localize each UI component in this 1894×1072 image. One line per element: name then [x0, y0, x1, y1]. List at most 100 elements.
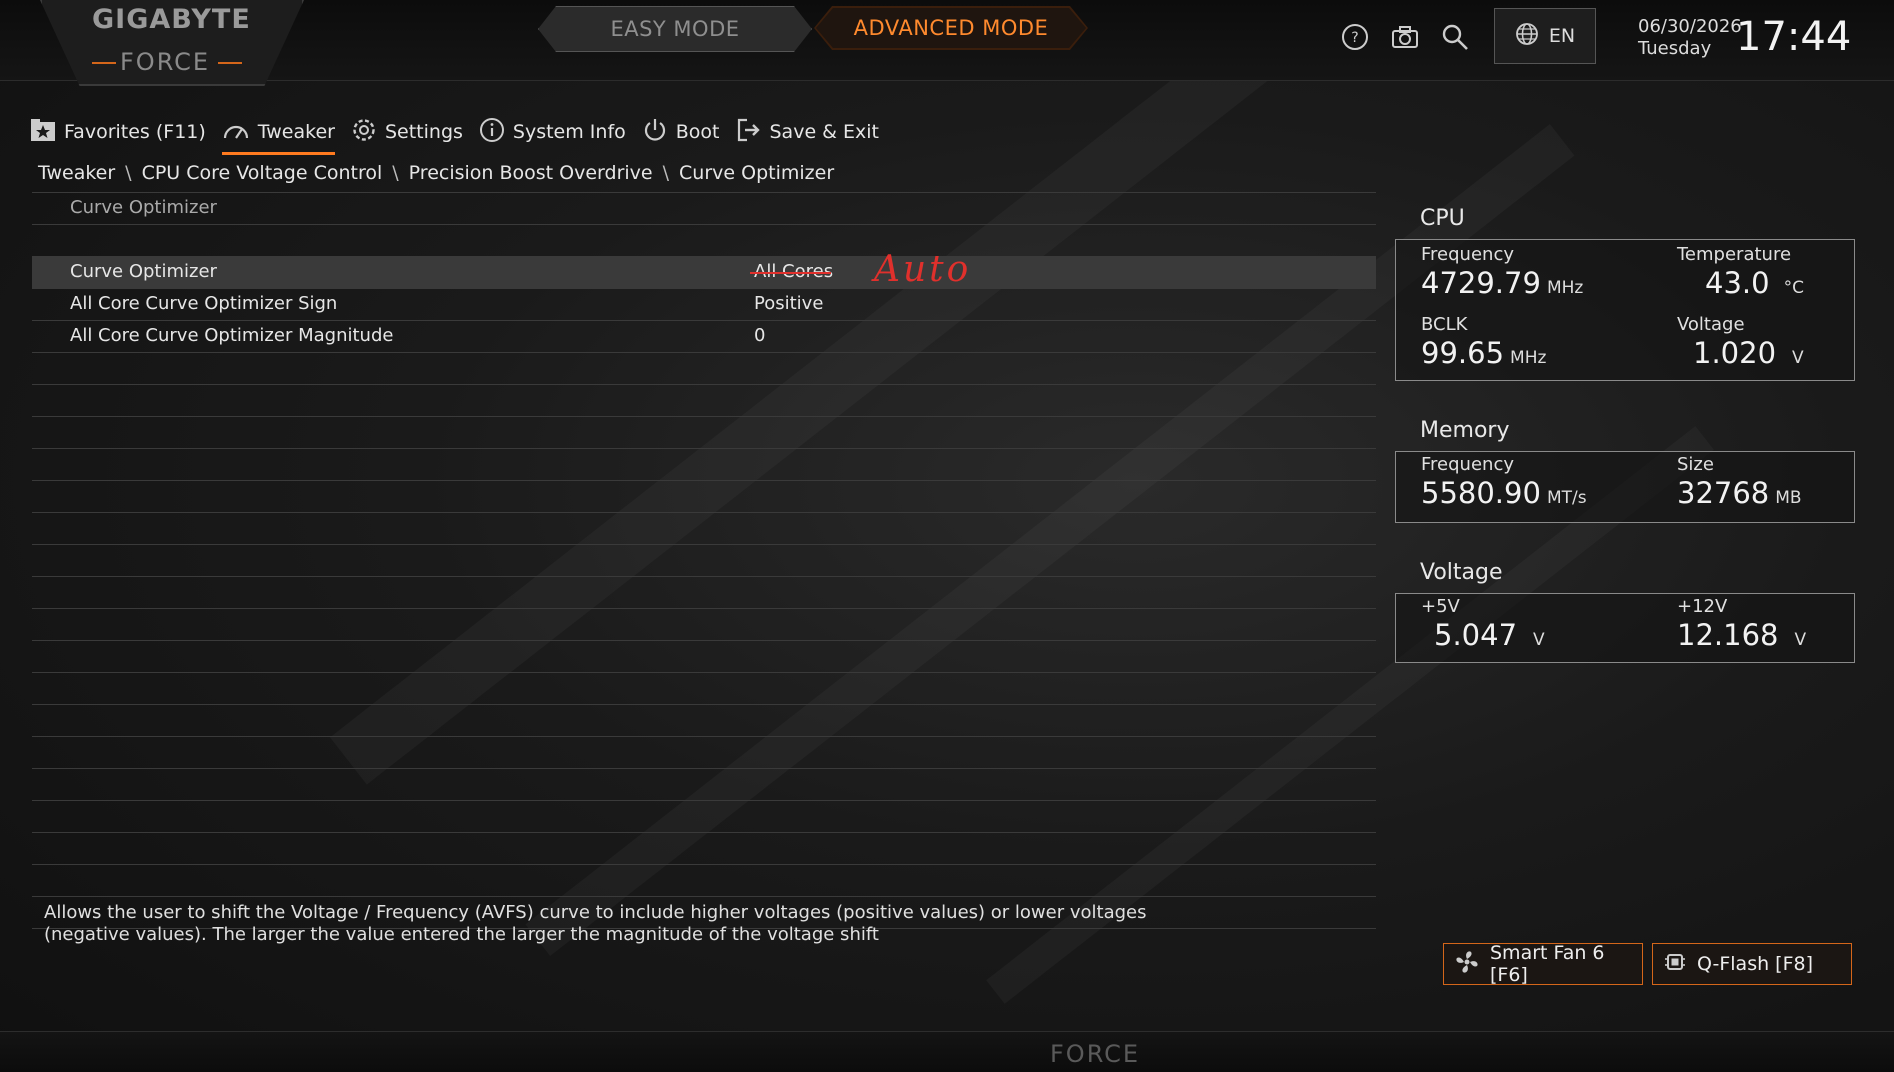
power-icon [642, 117, 668, 148]
spacer-row [32, 225, 1376, 257]
cpu-temperature-unit: °C [1783, 278, 1804, 298]
setting-value[interactable]: Positive [754, 293, 823, 314]
voltage-stats-box: +5V 5.047 V +12V 12.168 V [1395, 593, 1855, 663]
breadcrumb-separator: \ [392, 162, 399, 184]
tab-system-info[interactable]: System Info [479, 117, 626, 152]
cpu-temperature-value: 43.0 [1705, 266, 1770, 300]
tab-favorites[interactable]: Favorites (F11) [30, 118, 206, 151]
memory-frequency: 5580.90 MT/s [1421, 476, 1587, 510]
empty-row [32, 801, 1376, 833]
advanced-mode-tab[interactable]: ADVANCED MODE [814, 6, 1088, 50]
setting-row-curve-optimizer-sign[interactable]: All Core Curve Optimizer Sign Positive [32, 289, 1376, 321]
cpu-frequency-value: 4729.79 [1421, 266, 1541, 300]
cpu-bclk-value: 99.65 [1421, 336, 1505, 370]
clock: 17:44 [1736, 14, 1852, 60]
search-icon[interactable] [1440, 22, 1470, 52]
breadcrumb-item: Curve Optimizer [679, 162, 835, 184]
cpu-voltage-label: Voltage [1677, 314, 1745, 335]
tab-settings-label: Settings [384, 121, 463, 143]
camera-icon[interactable] [1390, 22, 1420, 52]
empty-row [32, 545, 1376, 577]
tab-boot[interactable]: Boot [642, 117, 720, 152]
globe-icon [1515, 22, 1539, 51]
gear-icon [351, 117, 377, 148]
day-text: Tuesday [1638, 38, 1712, 59]
tab-settings[interactable]: Settings [351, 117, 463, 152]
cpu-bclk-label: BCLK [1421, 314, 1468, 335]
empty-row [32, 481, 1376, 513]
language-label: EN [1548, 25, 1576, 47]
tab-tweaker[interactable]: Tweaker [221, 120, 336, 155]
brand-sub-logo: FORCE [120, 48, 211, 76]
cpu-bclk-unit: MHz [1510, 348, 1547, 368]
empty-row [32, 385, 1376, 417]
empty-row [32, 673, 1376, 705]
empty-row [32, 417, 1376, 449]
breadcrumb-item[interactable]: Tweaker [38, 162, 115, 184]
bottom-frame [0, 1031, 1894, 1072]
cpu-temperature-label: Temperature [1677, 244, 1792, 265]
voltage-5v-value: 5.047 [1434, 618, 1518, 652]
memory-section-title: Memory [1420, 418, 1510, 443]
date-text: 06/30/2026 [1638, 16, 1742, 37]
setting-row-curve-optimizer-magnitude[interactable]: All Core Curve Optimizer Magnitude 0 [32, 321, 1376, 353]
gauge-icon [222, 120, 250, 145]
qflash-button[interactable]: Q-Flash [F8] [1652, 943, 1852, 985]
cpu-voltage-unit: V [1792, 348, 1804, 368]
cpu-voltage-value: 1.020 [1693, 336, 1777, 370]
section-title: Curve Optimizer [70, 197, 217, 218]
setting-label: All Core Curve Optimizer Sign [70, 293, 338, 314]
cpu-frequency-unit: MHz [1546, 278, 1584, 298]
voltage-5v: 5.047 V [1434, 618, 1545, 652]
qflash-label: Q-Flash [F8] [1697, 953, 1814, 975]
voltage-12v: 12.168 V [1677, 618, 1806, 652]
empty-row [32, 353, 1376, 385]
cpu-temperature: 43.0 °C [1705, 266, 1804, 300]
empty-row [32, 449, 1376, 481]
cpu-bclk: 99.65 MHz [1421, 336, 1546, 370]
settings-list: Curve Optimizer Curve Optimizer All Core… [32, 192, 1376, 929]
empty-row [32, 641, 1376, 673]
empty-row [32, 705, 1376, 737]
smart-fan-button[interactable]: Smart Fan 6 [F6] [1443, 942, 1643, 986]
setting-value[interactable]: All Cores [749, 261, 833, 282]
date-display: 06/30/2026 Tuesday [1638, 16, 1742, 60]
memory-size-value: 32768 [1677, 476, 1770, 510]
handwritten-annotation: Auto [874, 249, 972, 290]
setting-value[interactable]: 0 [754, 325, 765, 346]
tab-favorites-label: Favorites (F11) [64, 121, 206, 143]
memory-size: 32768 MB [1677, 476, 1802, 510]
voltage-12v-unit: V [1794, 630, 1807, 650]
easy-mode-tab[interactable]: EASY MODE [538, 6, 812, 52]
cpu-section-title: CPU [1420, 206, 1465, 231]
tab-boot-label: Boot [675, 121, 720, 143]
memory-size-label: Size [1677, 454, 1714, 475]
empty-row [32, 865, 1376, 897]
setting-label: Curve Optimizer [70, 261, 217, 282]
star-folder-icon [30, 118, 56, 147]
language-selector[interactable]: EN [1494, 8, 1596, 64]
logo-accent-right [218, 62, 242, 64]
tab-tweaker-label: Tweaker [257, 121, 335, 143]
voltage-5v-unit: V [1533, 630, 1545, 650]
empty-row [32, 737, 1376, 769]
svg-text:?: ? [1351, 30, 1358, 46]
voltage-5v-label: +5V [1421, 596, 1460, 617]
voltage-12v-value: 12.168 [1677, 618, 1779, 652]
voltage-12v-label: +12V [1677, 596, 1728, 617]
breadcrumb-item[interactable]: Precision Boost Overdrive [409, 162, 653, 184]
breadcrumb-item[interactable]: CPU Core Voltage Control [142, 162, 383, 184]
help-icon[interactable]: ? [1340, 22, 1370, 52]
brand-logo: GIGABYTE [92, 4, 251, 35]
smart-fan-label: Smart Fan 6 [F6] [1490, 942, 1605, 986]
setting-row-curve-optimizer[interactable]: Curve Optimizer All Cores Auto [32, 249, 1376, 290]
tab-save-exit[interactable]: Save & Exit [736, 117, 879, 152]
memory-frequency-label: Frequency [1421, 454, 1514, 475]
cpu-stats-box: Frequency 4729.79 MHz Temperature 43.0 °C … [1395, 239, 1855, 381]
empty-row [32, 577, 1376, 609]
footer-brand: FORCE [1050, 1040, 1141, 1068]
logo-accent-left [92, 62, 116, 64]
fan-icon [1454, 949, 1480, 980]
memory-frequency-value: 5580.90 [1421, 476, 1541, 510]
help-description: Allows the user to shift the Voltage / F… [44, 902, 1147, 945]
